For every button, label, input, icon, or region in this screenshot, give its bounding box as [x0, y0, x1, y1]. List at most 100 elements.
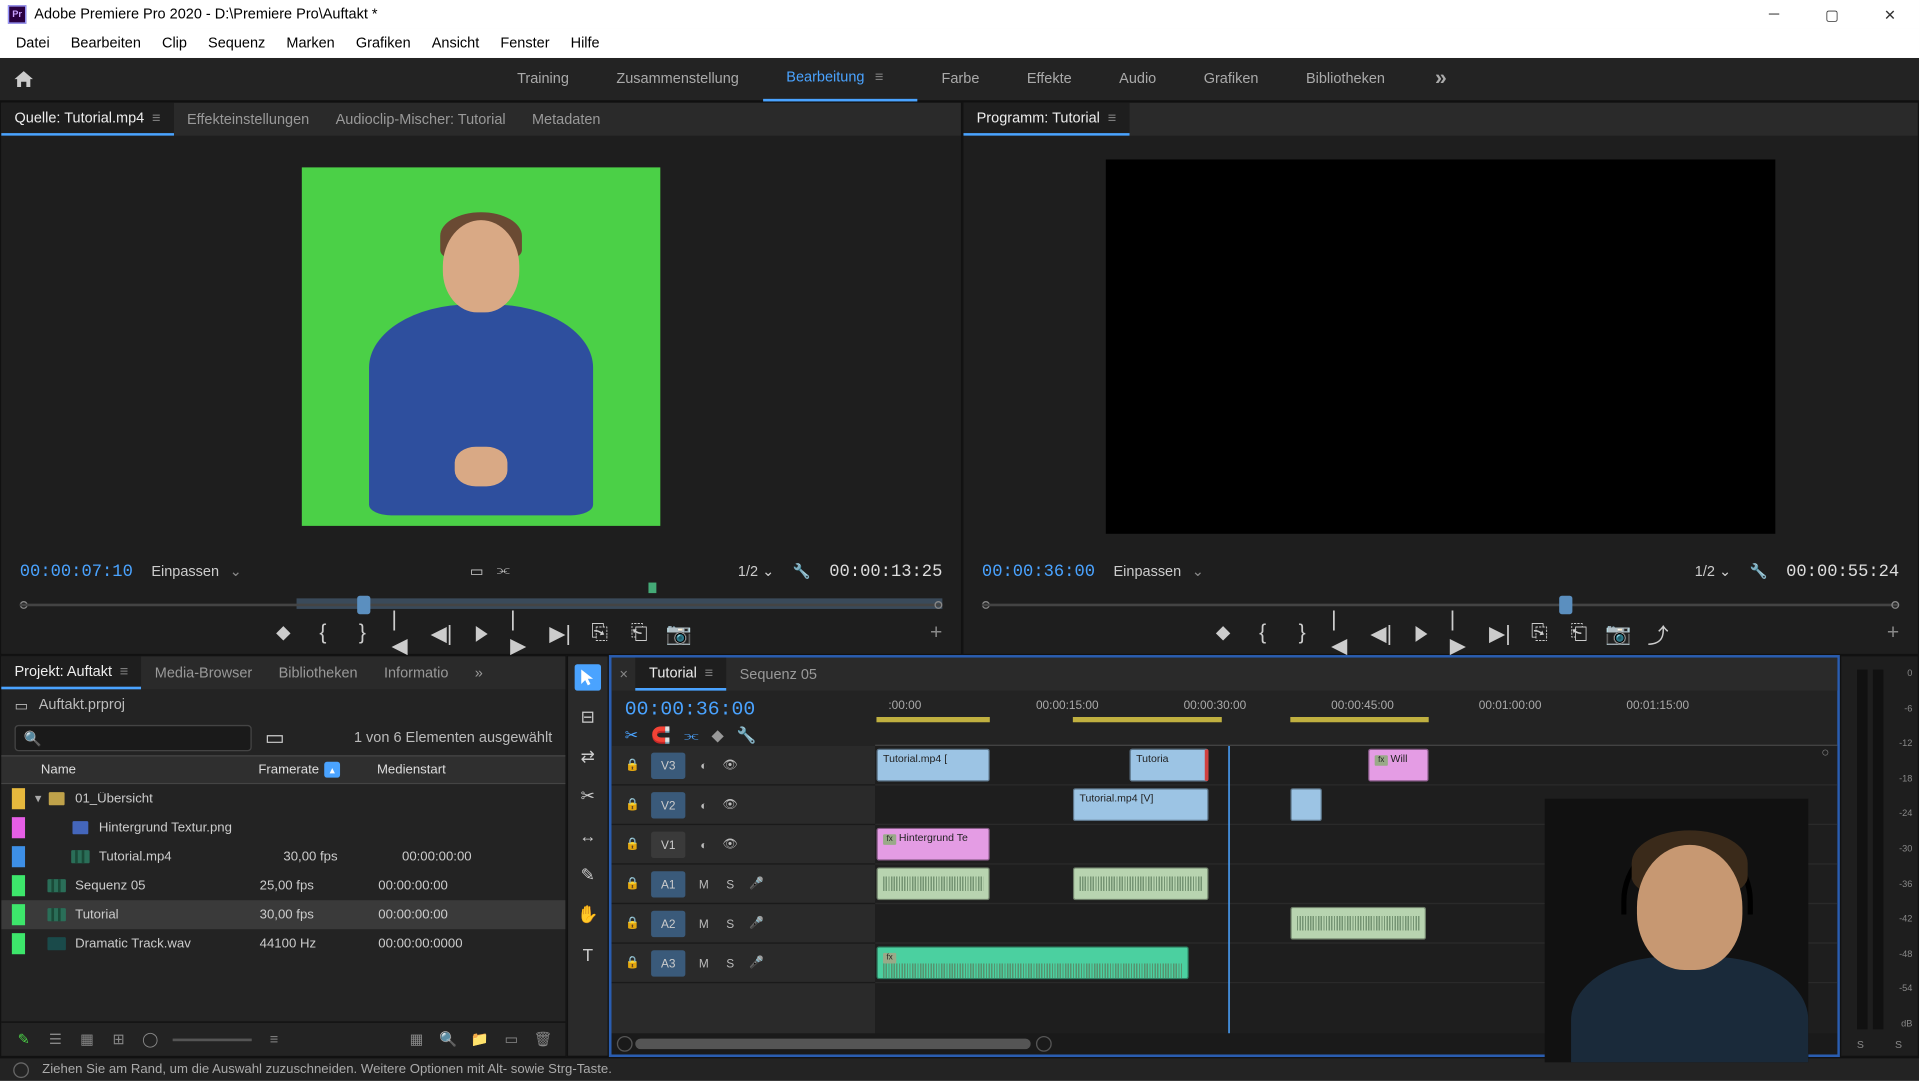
mark-out-button[interactable]: } [352, 623, 373, 644]
mute-button[interactable]: M [693, 913, 714, 934]
program-timecode[interactable]: 00:00:36:00 [982, 561, 1095, 581]
project-search-input[interactable]: 🔍 [14, 725, 251, 751]
export-frame-button[interactable]: 📷 [1608, 623, 1629, 644]
selection-tool[interactable] [575, 664, 601, 690]
workspace-overflow[interactable]: » [1409, 67, 1473, 91]
tab-audio-mixer[interactable]: Audioclip-Mischer: Tutorial [322, 103, 518, 136]
toggle-sync-lock[interactable]: ◐ [693, 794, 714, 815]
program-preview[interactable] [963, 136, 1917, 556]
slip-tool[interactable]: ↔ [575, 822, 601, 848]
clip[interactable]: Tutorial.mp4 [V] [1073, 788, 1209, 821]
project-item[interactable]: Tutorial.mp430,00 fps00:00:00:00 [1, 842, 565, 871]
project-item[interactable]: Dramatic Track.wav44100 Hz00:00:00:0000 [1, 929, 565, 958]
go-to-in-button[interactable]: |◀ [1331, 623, 1352, 644]
sequence-tab-sequenz05[interactable]: Sequenz 05 [726, 658, 830, 691]
menu-bearbeiten[interactable]: Bearbeiten [60, 36, 151, 52]
button-editor-plus[interactable]: + [1887, 622, 1899, 646]
source-settings-button[interactable]: 🔧 [793, 562, 811, 579]
maximize-button[interactable]: ▢ [1803, 0, 1861, 29]
track-select-tool[interactable]: ⊟ [575, 704, 601, 730]
track-header-v1[interactable]: 🔒 V1 ◐ 👁 [612, 825, 876, 865]
tab-project[interactable]: Projekt: Auftakt≡ [1, 656, 141, 689]
step-forward-button[interactable]: |▶ [510, 623, 531, 644]
track-header-a3[interactable]: 🔒 A3 M S 🎤 [612, 944, 876, 984]
thumbnail-zoom-slider[interactable] [173, 1038, 252, 1041]
workspace-bearbeitung[interactable]: Bearbeitung≡ [763, 57, 918, 100]
voice-over-record-button[interactable]: 🎤 [746, 913, 767, 934]
icon-view-button[interactable]: ▦ [78, 1030, 96, 1048]
expand-toggle[interactable]: ▾ [30, 791, 46, 805]
menu-marken[interactable]: Marken [276, 36, 345, 52]
sequence-tab-tutorial[interactable]: Tutorial≡ [636, 658, 727, 691]
project-item[interactable]: ▾01_Übersicht [1, 784, 565, 813]
tab-effect-controls[interactable]: Effekteinstellungen [174, 103, 323, 136]
hamburger-icon[interactable]: ≡ [865, 70, 895, 86]
timeline-ruler[interactable]: :00:0000:00:15:0000:00:30:0000:00:45:000… [875, 691, 1837, 746]
solo-button[interactable]: S [720, 952, 741, 973]
export-frame-button[interactable]: 📷 [668, 623, 689, 644]
tab-info[interactable]: Informatio [371, 656, 462, 689]
go-to-out-button[interactable]: ▶| [550, 623, 571, 644]
menu-grafiken[interactable]: Grafiken [345, 36, 421, 52]
track-target-v1[interactable]: V1 [651, 831, 685, 857]
automate-to-sequence-button[interactable]: ▦ [407, 1030, 425, 1048]
source-only-video-icon[interactable]: ▭ [470, 562, 484, 579]
clip[interactable]: Tutoria [1130, 749, 1209, 782]
lock-track-button[interactable]: 🔒 [622, 913, 643, 934]
add-marker-button[interactable]: ⬥ [1213, 623, 1234, 644]
project-item[interactable]: Hintergrund Textur.png [1, 813, 565, 842]
zoom-out-handle[interactable] [617, 1036, 633, 1052]
go-to-out-button[interactable]: ▶| [1489, 623, 1510, 644]
solo-left[interactable]: S [1857, 1039, 1864, 1051]
source-timecode[interactable]: 00:00:07:10 [20, 561, 133, 581]
zoom-in-handle[interactable] [1036, 1036, 1052, 1052]
col-medienstart[interactable]: Medienstart [377, 762, 565, 776]
program-fit-dropdown[interactable]: Einpassen⌄ [1113, 562, 1203, 579]
tab-overflow[interactable]: » [462, 656, 496, 689]
clip[interactable] [1073, 867, 1209, 900]
go-to-in-button[interactable]: |◀ [391, 623, 412, 644]
menu-ansicht[interactable]: Ansicht [421, 36, 490, 52]
col-framerate[interactable]: Framerate▴ [258, 762, 377, 778]
comparison-view-button[interactable]: ⤴ [1648, 623, 1669, 644]
lift-button[interactable]: ⎘ [1529, 623, 1550, 644]
tab-source[interactable]: Quelle: Tutorial.mp4≡ [1, 103, 173, 136]
new-bin-button[interactable]: 📁 [471, 1030, 489, 1048]
menu-datei[interactable]: Datei [5, 36, 60, 52]
toggle-sync-lock[interactable]: ◐ [693, 755, 714, 776]
menu-fenster[interactable]: Fenster [490, 36, 560, 52]
minimize-button[interactable]: ─ [1745, 0, 1803, 29]
hamburger-icon[interactable]: ≡ [705, 665, 713, 681]
list-view-button[interactable]: ☰ [46, 1030, 64, 1048]
program-settings-button[interactable]: 🔧 [1750, 562, 1768, 579]
menu-hilfe[interactable]: Hilfe [560, 36, 610, 52]
toggle-track-output[interactable]: 👁 [720, 794, 741, 815]
track-header-v3[interactable]: 🔒 V3 ◐ 👁 [612, 746, 876, 786]
find-button[interactable]: 🔍 [439, 1030, 457, 1048]
mute-button[interactable]: M [693, 873, 714, 894]
clip[interactable]: Tutorial.mp4 [ [876, 749, 989, 782]
source-patch-v3[interactable]: V3 [651, 752, 685, 778]
tab-metadata[interactable]: Metadaten [519, 103, 614, 136]
track-v3[interactable]: Tutorial.mp4 [TutoriafxWill [875, 746, 1837, 786]
menu-clip[interactable]: Clip [151, 36, 197, 52]
clip[interactable]: fxHintergrund Te [876, 828, 989, 861]
play-button[interactable] [1410, 623, 1431, 644]
source-patch-a2[interactable]: A2 [651, 910, 685, 936]
hand-tool[interactable]: ✋ [575, 902, 601, 928]
sort-button[interactable]: ≡ [265, 1030, 283, 1048]
source-resolution-dropdown[interactable]: 1/2 ⌄ [738, 562, 774, 579]
overwrite-button[interactable]: ⎗ [629, 623, 650, 644]
toggle-track-output[interactable]: 👁 [720, 755, 741, 776]
toggle-track-output[interactable]: 👁 [720, 834, 741, 855]
add-marker-button[interactable]: ◆ [711, 726, 723, 746]
tab-program[interactable]: Programm: Tutorial≡ [963, 103, 1129, 136]
clip[interactable] [1290, 788, 1322, 821]
lock-track-button[interactable]: 🔒 [622, 834, 643, 855]
track-header-a1[interactable]: 🔒 A1 M S 🎤 [612, 865, 876, 905]
step-back-button[interactable]: ◀| [431, 623, 452, 644]
voice-over-record-button[interactable]: 🎤 [746, 952, 767, 973]
track-header-v2[interactable]: 🔒 V2 ◐ 👁 [612, 786, 876, 826]
clip[interactable] [876, 867, 989, 900]
linked-selection-toggle[interactable]: ⫘ [684, 726, 698, 746]
